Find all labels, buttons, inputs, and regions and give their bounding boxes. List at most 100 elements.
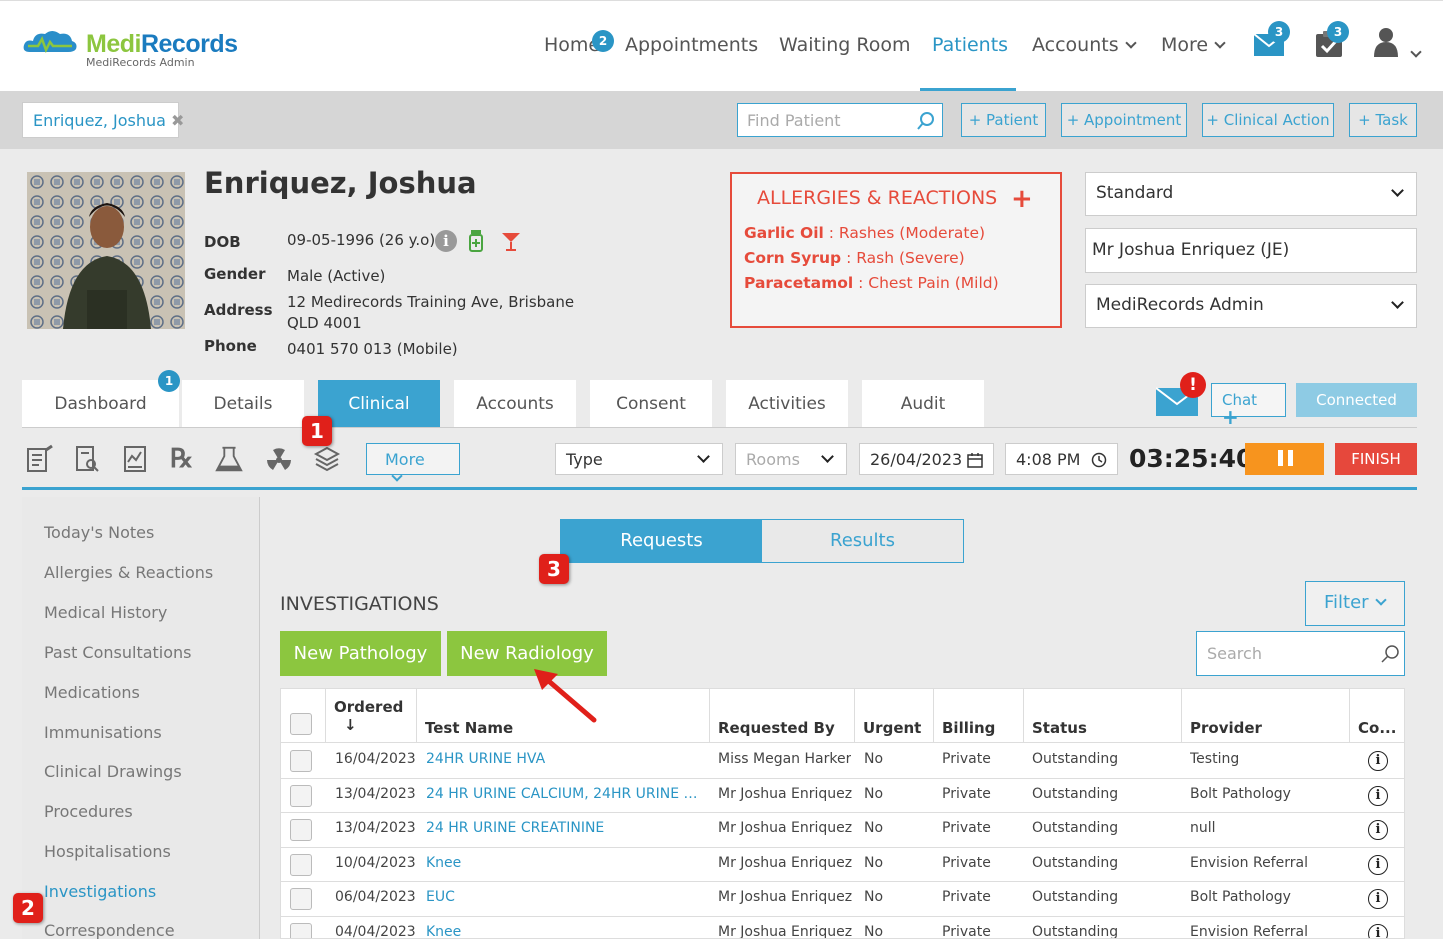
row-checkbox[interactable] xyxy=(290,853,312,876)
tab-details[interactable]: Details xyxy=(182,380,304,427)
cell-test-name-link[interactable]: EUC xyxy=(426,889,455,905)
info-icon[interactable]: i xyxy=(1368,751,1388,771)
row-checkbox[interactable] xyxy=(290,750,312,772)
rooms-select-value: Rooms xyxy=(746,450,800,469)
toolbar-more-button[interactable]: More xyxy=(366,443,460,482)
cell-ordered: 10/04/2023 xyxy=(335,854,416,871)
tab-dashboard[interactable]: Dashboard xyxy=(22,380,179,427)
column-header-requested-by[interactable]: Requested By xyxy=(710,689,855,742)
practitioner-field[interactable]: Mr Joshua Enriquez (JE) xyxy=(1085,228,1417,273)
sidebar-item-todays-notes[interactable]: Today's Notes xyxy=(44,523,154,542)
row-checkbox[interactable] xyxy=(290,784,312,807)
patient-tab[interactable]: Enriquez, Joshua ✖ xyxy=(22,102,184,138)
app-logo[interactable]: MediRecords xyxy=(86,30,238,59)
nav-appointments[interactable]: Appointments xyxy=(625,34,758,56)
add-appointment-button[interactable]: + Appointment xyxy=(1061,103,1187,137)
info-icon[interactable]: i xyxy=(1368,889,1388,909)
type-select[interactable]: Type xyxy=(555,443,723,475)
page-title: INVESTIGATIONS xyxy=(280,593,439,615)
add-patient-button[interactable]: + Patient xyxy=(961,103,1046,137)
radiation-icon[interactable] xyxy=(264,444,294,474)
finish-button[interactable]: FINISH xyxy=(1335,443,1417,475)
rooms-select[interactable]: Rooms xyxy=(735,443,847,475)
add-allergy-plus-icon[interactable]: + xyxy=(1011,186,1033,212)
search-icon[interactable] xyxy=(1380,644,1400,664)
new-pathology-button[interactable]: New Pathology xyxy=(280,631,441,676)
medication-bottle-icon[interactable] xyxy=(468,230,484,252)
connected-button[interactable]: Connected xyxy=(1296,383,1417,417)
tab-results[interactable]: Results xyxy=(761,519,964,563)
row-checkbox[interactable] xyxy=(290,819,312,841)
column-header-status[interactable]: Status xyxy=(1024,689,1182,742)
info-icon[interactable]: i xyxy=(1368,785,1388,806)
sidebar-item-clinical-drawings[interactable]: Clinical Drawings xyxy=(44,762,182,781)
cell-test-name-link[interactable]: 24 HR URINE CALCIUM, 24HR URINE ALBU... xyxy=(426,786,706,802)
row-checkbox[interactable] xyxy=(290,922,312,938)
stack-layers-icon[interactable] xyxy=(312,444,342,474)
pause-button[interactable] xyxy=(1245,443,1324,475)
info-icon[interactable]: i xyxy=(1368,820,1388,840)
tab-accounts[interactable]: Accounts xyxy=(454,380,576,427)
sort-down-arrow-icon[interactable]: ↓ xyxy=(334,716,408,734)
sidebar-item-hospitalisations[interactable]: Hospitalisations xyxy=(44,842,171,861)
chat-button[interactable]: Chat + xyxy=(1211,383,1286,427)
filter-button[interactable]: Filter xyxy=(1305,581,1405,626)
sidebar-item-investigations[interactable]: Investigations xyxy=(44,882,156,901)
row-checkbox[interactable] xyxy=(290,888,312,910)
sidebar-item-past-consultations[interactable]: Past Consultations xyxy=(44,643,192,662)
info-icon[interactable]: i xyxy=(1368,923,1388,938)
sidebar-item-immunisations[interactable]: Immunisations xyxy=(44,723,162,742)
chart-report-icon[interactable] xyxy=(120,444,150,474)
sidebar-item-allergies[interactable]: Allergies & Reactions xyxy=(44,563,213,582)
nav-accounts[interactable]: Accounts xyxy=(1032,34,1137,56)
lab-flask-icon[interactable] xyxy=(214,444,244,474)
notes-icon[interactable] xyxy=(24,444,54,474)
table-header-select xyxy=(281,689,326,742)
prescription-rx-icon[interactable]: ℞ xyxy=(170,444,193,474)
calendar-icon[interactable] xyxy=(967,452,983,468)
nav-patients[interactable]: Patients xyxy=(932,34,1008,56)
sidebar-item-medical-history[interactable]: Medical History xyxy=(44,603,167,622)
clock-icon[interactable] xyxy=(1091,452,1107,468)
nav-more-label: More xyxy=(1161,34,1209,56)
tab-audit[interactable]: Audit xyxy=(862,380,984,427)
nav-more[interactable]: More xyxy=(1161,34,1226,56)
tab-clinical[interactable]: Clinical xyxy=(318,380,440,427)
date-input[interactable]: 26/04/2023 xyxy=(859,443,994,475)
tab-requests[interactable]: Requests xyxy=(560,519,763,563)
alcohol-cocktail-icon[interactable] xyxy=(500,230,522,252)
sidebar-item-procedures[interactable]: Procedures xyxy=(44,802,133,821)
cell-test-name-link[interactable]: 24 HR URINE CREATININE xyxy=(426,820,604,836)
cell-test-name-link[interactable]: 24HR URINE HVA xyxy=(426,751,545,767)
search-input[interactable]: Search xyxy=(1196,631,1405,676)
cell-requested-by: Mr Joshua Enriquez xyxy=(718,923,853,939)
cell-test-name-link[interactable]: Knee xyxy=(426,924,461,939)
cell-status: Outstanding xyxy=(1032,889,1119,905)
close-icon[interactable]: ✖ xyxy=(171,111,184,130)
info-icon[interactable]: i xyxy=(1368,854,1388,875)
sidebar-item-correspondence[interactable]: Correspondence xyxy=(44,921,175,939)
add-task-button[interactable]: + Task xyxy=(1349,103,1417,137)
allergy-reaction: : Rashes (Moderate) xyxy=(823,224,986,242)
document-search-icon[interactable] xyxy=(72,444,102,474)
standard-select[interactable]: Standard xyxy=(1085,172,1417,216)
admin-select[interactable]: MediRecords Admin xyxy=(1085,284,1417,328)
cell-requested-by: Mr Joshua Enriquez xyxy=(718,785,853,802)
time-input[interactable]: 4:08 PM xyxy=(1005,443,1118,475)
search-icon[interactable] xyxy=(916,111,936,131)
nav-waiting-room[interactable]: Waiting Room xyxy=(779,34,910,56)
find-patient-input[interactable]: Find Patient xyxy=(737,103,943,137)
tab-consent[interactable]: Consent xyxy=(590,380,712,427)
column-header-urgent[interactable]: Urgent xyxy=(855,689,934,742)
select-all-checkbox[interactable] xyxy=(290,713,312,735)
column-header-ordered[interactable]: Ordered ↓ xyxy=(326,689,417,742)
add-clinical-action-button[interactable]: + Clinical Action xyxy=(1202,103,1334,137)
info-icon[interactable]: i xyxy=(435,230,457,252)
column-header-comments[interactable]: Co... xyxy=(1350,689,1404,742)
user-avatar-icon[interactable] xyxy=(1374,27,1398,57)
column-header-billing[interactable]: Billing xyxy=(934,689,1024,742)
tab-activities[interactable]: Activities xyxy=(726,380,848,427)
cell-test-name-link[interactable]: Knee xyxy=(426,855,461,871)
sidebar-item-medications[interactable]: Medications xyxy=(44,683,140,702)
column-header-provider[interactable]: Provider xyxy=(1182,689,1350,742)
